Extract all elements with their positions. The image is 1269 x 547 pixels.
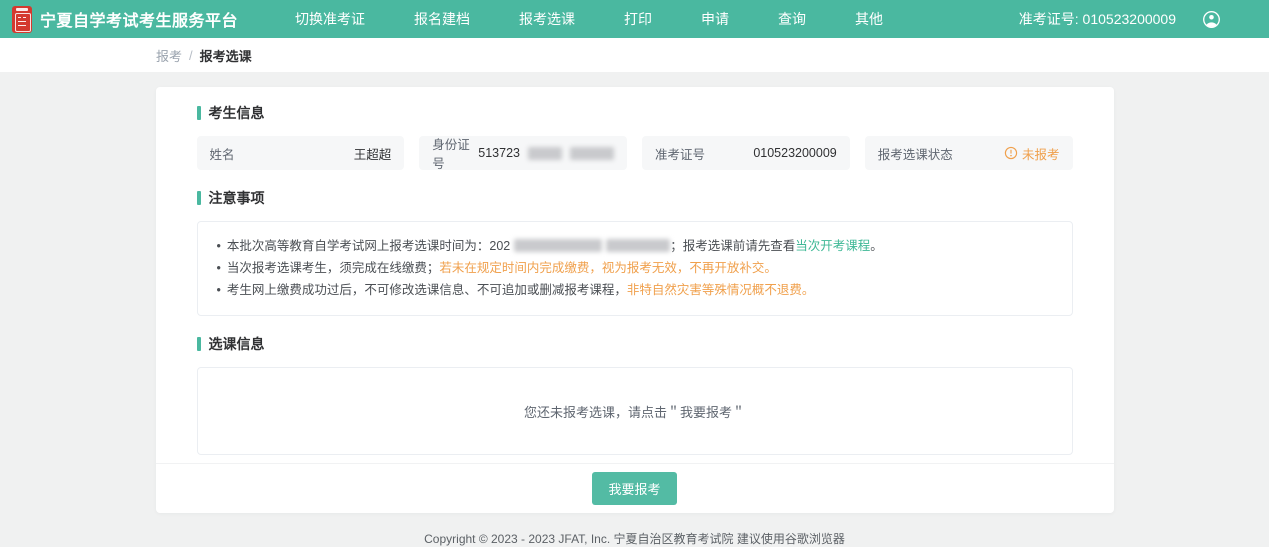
note-line: 考生网上缴费成功过后，不可修改选课信息、不可追加或删减报考课程，非特自然灾害等殊… xyxy=(217,279,1053,301)
page-body: 考生信息 姓名 王超超 身份证号 513723 准考证号 01052320000… xyxy=(0,72,1269,547)
app-header: 宁夏自学考试考生服务平台 切换准考证 报名建档 报考选课 打印 申请 查询 其他… xyxy=(0,0,1269,38)
redacted-blur xyxy=(514,239,602,252)
nav-item-registration[interactable]: 报名建档 xyxy=(414,9,470,29)
section-notes: 注意事项 xyxy=(197,188,1073,208)
copyright-footer: Copyright © 2023 - 2023 JFAT, Inc. 宁夏自治区… xyxy=(0,530,1269,547)
field-ticket-number-value: 010523200009 xyxy=(753,146,836,160)
note-line: 当次报考选课考生，须完成在线缴费；若未在规定时间内完成缴费，视为报考无效，不再开… xyxy=(217,257,1053,279)
main-nav: 切换准考证 报名建档 报考选课 打印 申请 查询 其他 xyxy=(295,9,883,29)
section-course-selection-label: 选课信息 xyxy=(209,334,265,354)
section-candidate-info: 考生信息 xyxy=(197,103,1073,123)
note-line: 本批次高等教育自学考试网上报考选课时间为：202；报考选课前请先查看当次开考课程… xyxy=(217,235,1053,257)
open-courses-link[interactable]: 当次开考课程 xyxy=(795,239,870,253)
field-id-number: 身份证号 513723 xyxy=(419,136,627,170)
user-avatar-icon[interactable] xyxy=(1202,10,1221,29)
section-bar xyxy=(197,106,201,120)
candidate-info-row: 姓名 王超超 身份证号 513723 准考证号 010523200009 报考选… xyxy=(197,136,1073,170)
redacted-blur xyxy=(606,239,670,252)
nav-item-query[interactable]: 查询 xyxy=(778,9,806,29)
platform-logo-icon xyxy=(12,6,32,33)
field-selection-status-label: 报考选课状态 xyxy=(878,144,953,163)
field-name: 姓名 王超超 xyxy=(197,136,405,170)
breadcrumb: 报考 / 报考选课 xyxy=(0,38,1269,72)
breadcrumb-separator: / xyxy=(189,48,193,63)
content-card: 考生信息 姓名 王超超 身份证号 513723 准考证号 01052320000… xyxy=(156,87,1114,513)
section-course-selection: 选课信息 xyxy=(197,334,1073,354)
redacted-blur xyxy=(528,147,562,160)
admission-ticket-number: 准考证号: 010523200009 xyxy=(1019,9,1176,29)
redacted-blur xyxy=(570,147,614,160)
header-right: 准考证号: 010523200009 xyxy=(1019,9,1221,29)
field-id-number-value: 513723 xyxy=(478,146,614,160)
nav-item-print[interactable]: 打印 xyxy=(624,9,652,29)
course-selection-empty-box: 您还未报考选课，请点击＂我要报考＂ xyxy=(197,367,1073,455)
section-bar xyxy=(197,337,201,351)
status-text: 未报考 xyxy=(1022,144,1060,163)
section-notes-label: 注意事项 xyxy=(209,188,265,208)
nav-item-other[interactable]: 其他 xyxy=(855,9,883,29)
nav-item-apply[interactable]: 申请 xyxy=(701,9,729,29)
field-id-number-label: 身份证号 xyxy=(432,134,478,172)
field-selection-status: 报考选课状态 未报考 xyxy=(865,136,1073,170)
apply-button[interactable]: 我要报考 xyxy=(592,472,676,505)
notes-box: 本批次高等教育自学考试网上报考选课时间为：202；报考选课前请先查看当次开考课程… xyxy=(197,221,1073,316)
section-bar xyxy=(197,191,201,205)
empty-state-text: 您还未报考选课，请点击＂我要报考＂ xyxy=(524,402,745,421)
app-title: 宁夏自学考试考生服务平台 xyxy=(40,7,238,31)
warning-icon xyxy=(1004,146,1018,160)
section-candidate-info-label: 考生信息 xyxy=(209,103,265,123)
breadcrumb-parent[interactable]: 报考 xyxy=(156,46,182,65)
nav-item-course-selection[interactable]: 报考选课 xyxy=(519,9,575,29)
field-ticket-number-label: 准考证号 xyxy=(655,144,705,163)
nav-item-switch-ticket[interactable]: 切换准考证 xyxy=(295,9,365,29)
field-name-label: 姓名 xyxy=(210,144,235,163)
breadcrumb-current: 报考选课 xyxy=(200,46,252,65)
field-name-value: 王超超 xyxy=(354,144,392,163)
status-badge: 未报考 xyxy=(1004,144,1060,163)
card-action-bar: 我要报考 xyxy=(156,463,1114,513)
field-ticket-number: 准考证号 010523200009 xyxy=(642,136,850,170)
